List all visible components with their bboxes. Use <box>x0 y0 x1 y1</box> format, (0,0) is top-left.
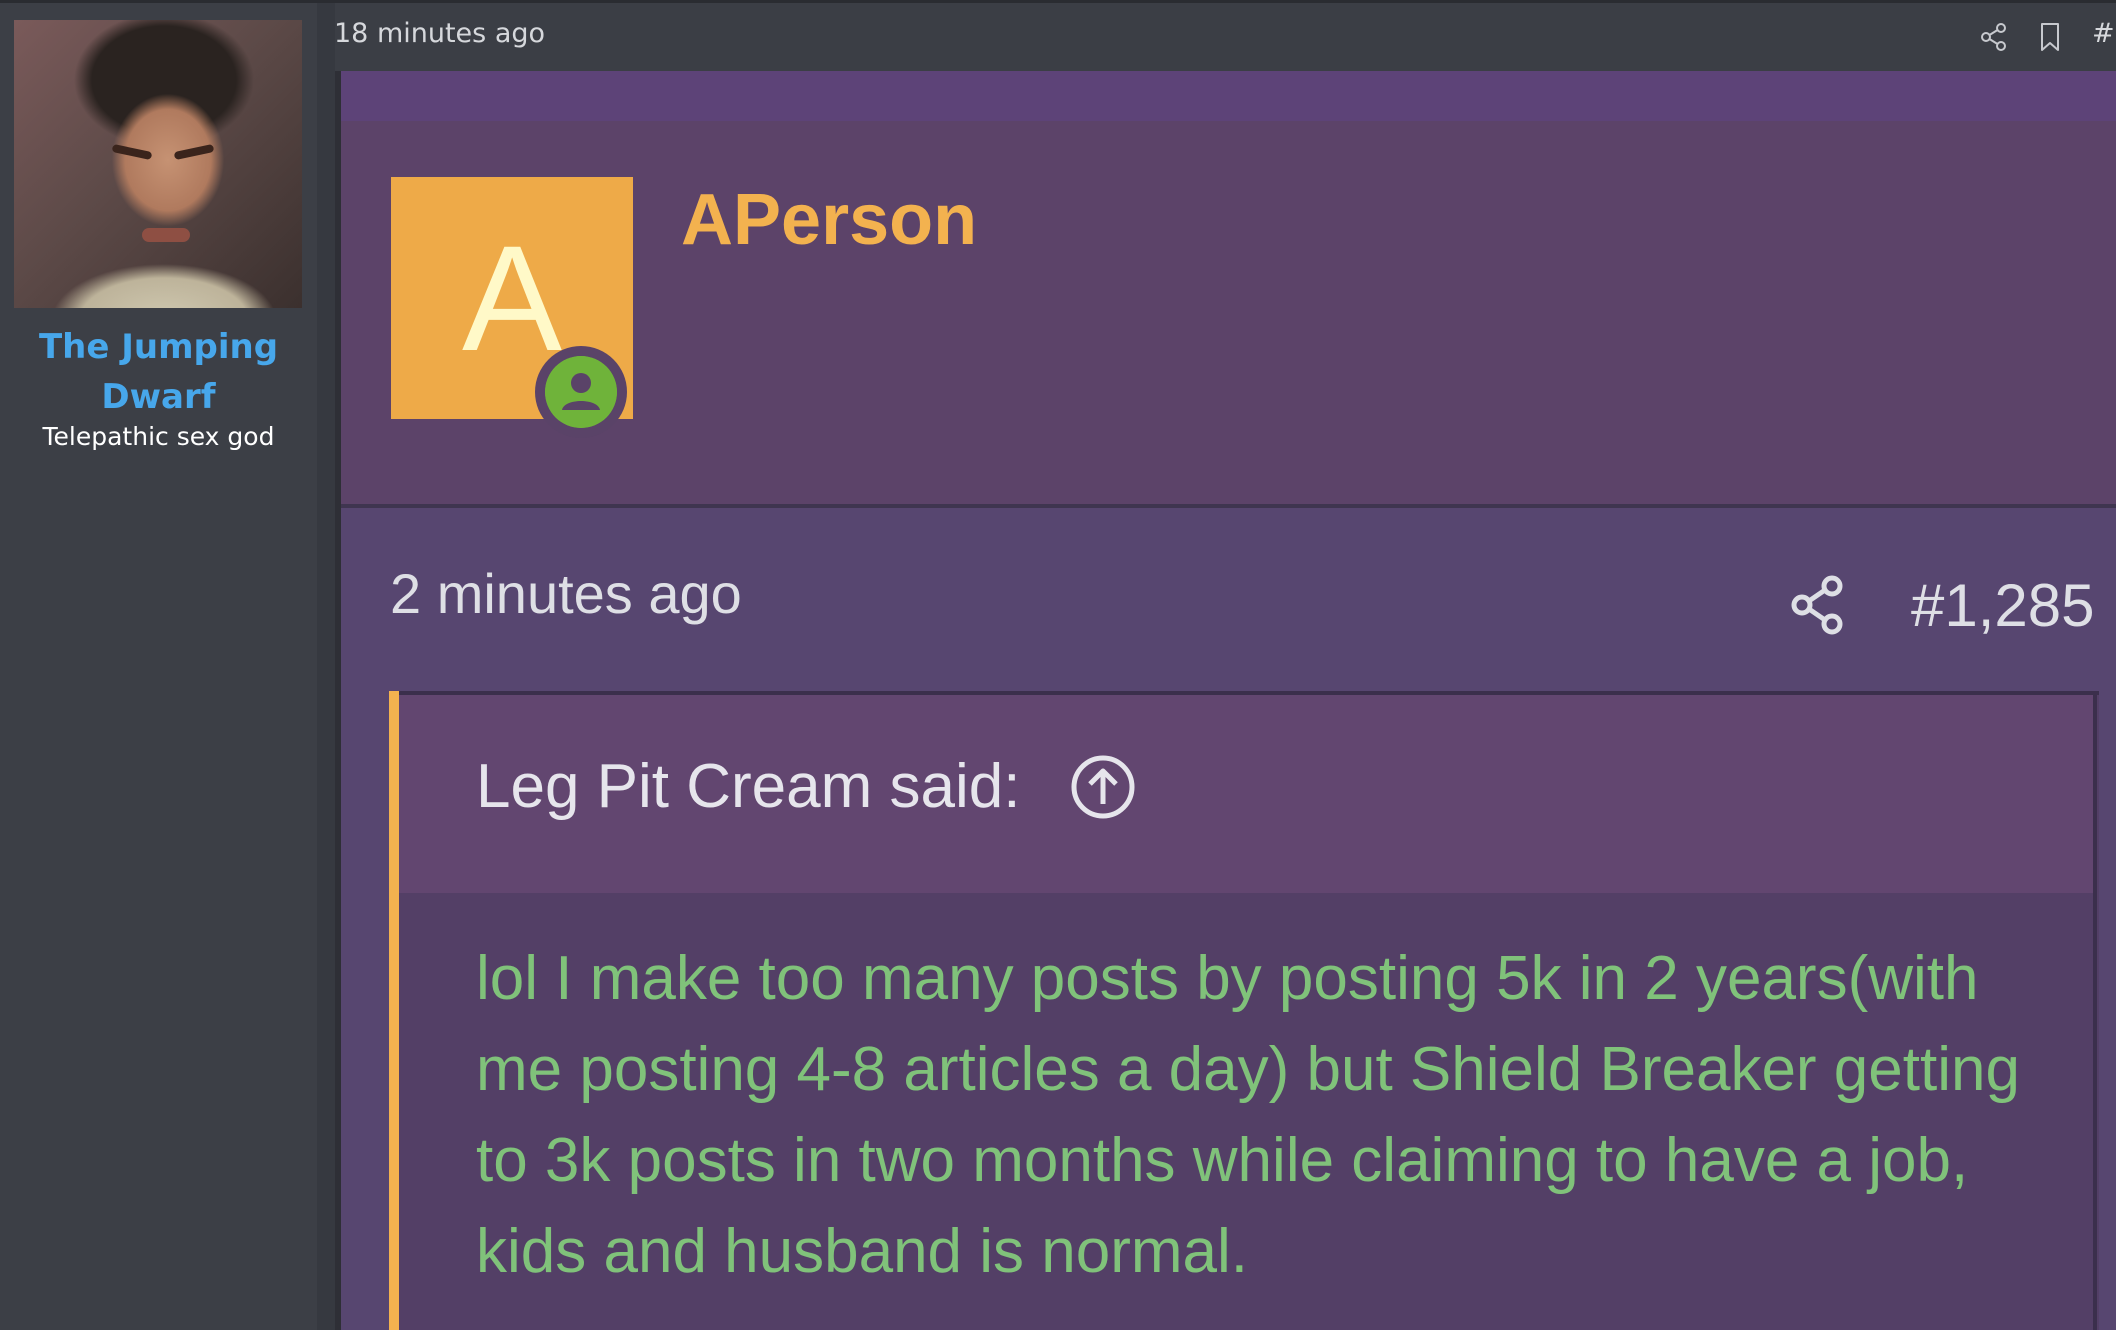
embedded-top-strip <box>341 71 2116 121</box>
reply-post-number: #1,285 <box>1911 572 2095 639</box>
avatar-eye-right <box>173 143 215 161</box>
reply-share-icon <box>1791 575 1843 635</box>
arrow-up-circle-icon <box>1071 755 1135 819</box>
post-content: A APerson 2 minutes ago #1,285 Leg Pit C… <box>335 71 2116 1330</box>
reply-timestamp: 2 minutes ago <box>390 562 742 625</box>
user-avatar[interactable] <box>14 20 302 308</box>
embedded-username: APerson <box>681 180 978 260</box>
sidebar-separator <box>317 3 335 1330</box>
post-number-link[interactable]: #1 <box>2092 18 2116 49</box>
user-name-link[interactable]: The Jumping Dwarf <box>0 322 317 422</box>
avatar-eye-left <box>111 143 153 161</box>
share-icon[interactable] <box>1977 20 2011 54</box>
user-title: Telepathic sex god <box>42 422 275 451</box>
bookmark-icon[interactable] <box>2033 20 2067 54</box>
post-timestamp[interactable]: 18 minutes ago <box>334 18 545 49</box>
post-header-bar <box>335 3 2116 71</box>
avatar-mouth <box>142 228 190 242</box>
quote-author: Leg Pit Cream said: <box>476 752 1021 821</box>
quote-text: lol I make too many posts by posting 5k … <box>476 944 2020 1286</box>
quote-accent-bar <box>389 691 399 1330</box>
online-user-icon <box>545 356 617 428</box>
quote-border-right <box>2093 691 2097 1330</box>
